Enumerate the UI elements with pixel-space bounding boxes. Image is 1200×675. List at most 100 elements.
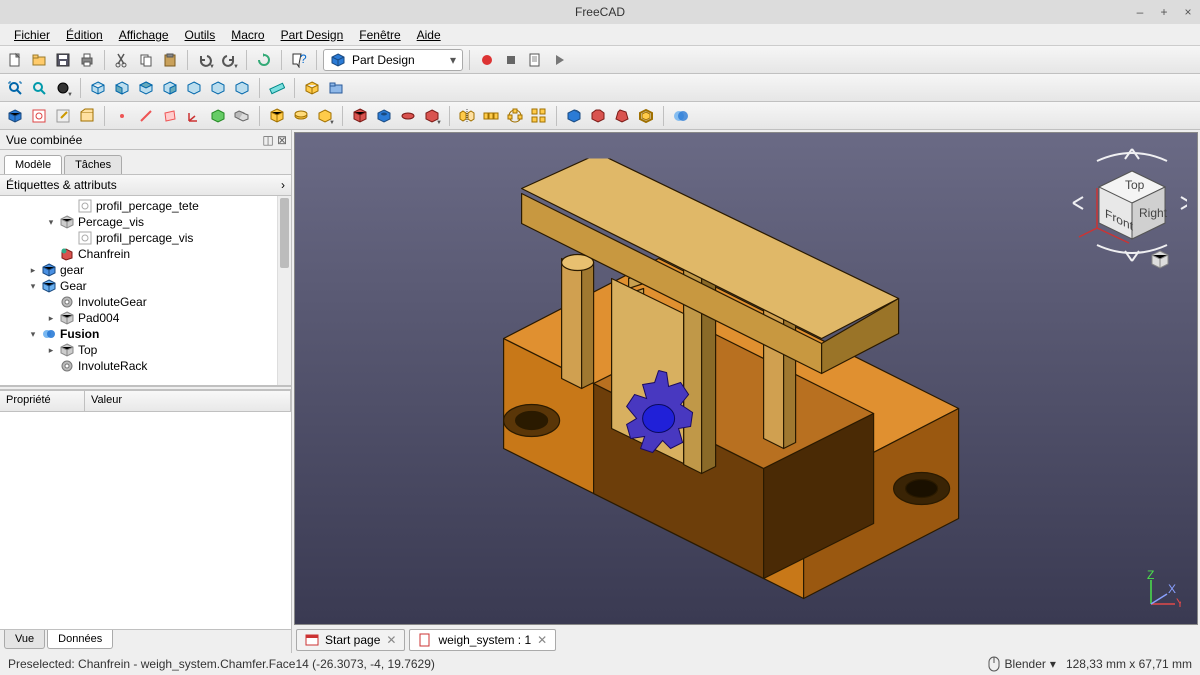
tree-item-gear[interactable]: ▾Gear: [0, 278, 291, 294]
tree-item-pad004[interactable]: ▸Pad004: [0, 310, 291, 326]
nav-cube[interactable]: Top Front Right: [1067, 143, 1187, 263]
pd-datum-point-button[interactable]: [111, 105, 133, 127]
tab-tasks[interactable]: Tâches: [64, 155, 122, 174]
pd-sub-loft-button[interactable]: ▼: [421, 105, 443, 127]
model-tree[interactable]: profil_percage_tete▾Percage_visprofil_pe…: [0, 196, 291, 386]
menu-macro[interactable]: Macro: [223, 26, 272, 44]
tree-item-involutegear[interactable]: InvoluteGear: [0, 294, 291, 310]
pd-datum-line-button[interactable]: [135, 105, 157, 127]
tree-item-profil-percage-vis[interactable]: profil_percage_vis: [0, 230, 291, 246]
view-bottom-button[interactable]: [207, 77, 229, 99]
view-front-button[interactable]: [111, 77, 133, 99]
cut-button[interactable]: [111, 49, 133, 71]
tab-model[interactable]: Modèle: [4, 155, 62, 174]
pd-chamfer-button[interactable]: [587, 105, 609, 127]
pd-thickness-button[interactable]: [635, 105, 657, 127]
panel-float-button[interactable]: ◫: [261, 133, 275, 147]
print-button[interactable]: [76, 49, 98, 71]
menu-edition[interactable]: Édition: [58, 26, 111, 44]
redo-button[interactable]: ▼: [218, 49, 240, 71]
view-left-button[interactable]: [231, 77, 253, 99]
pd-groove-button[interactable]: [397, 105, 419, 127]
toolbar-file: ▼ ▼ ? Part Design ▾: [0, 46, 1200, 74]
pd-draft-button[interactable]: [611, 105, 633, 127]
svg-text:Y: Y: [1176, 596, 1181, 610]
pd-datum-cs-button[interactable]: [183, 105, 205, 127]
menu-outils[interactable]: Outils: [177, 26, 224, 44]
pd-revolution-button[interactable]: [290, 105, 312, 127]
macro-edit-button[interactable]: [524, 49, 546, 71]
pd-new-sketch-button[interactable]: [28, 105, 50, 127]
close-button[interactable]: ×: [1176, 0, 1200, 24]
tree-item-chanfrein[interactable]: Chanfrein: [0, 246, 291, 262]
pd-clone-button[interactable]: [231, 105, 253, 127]
tab-view[interactable]: Vue: [4, 630, 45, 649]
fit-selection-button[interactable]: [28, 77, 50, 99]
tree-item-profil-percage-tete[interactable]: profil_percage_tete: [0, 198, 291, 214]
menu-affichage[interactable]: Affichage: [111, 26, 177, 44]
tree-item-gear[interactable]: ▸gear: [0, 262, 291, 278]
pd-map-sketch-button[interactable]: [76, 105, 98, 127]
tree-scrollbar[interactable]: [277, 196, 291, 385]
view-top-button[interactable]: [135, 77, 157, 99]
tab-close-icon[interactable]: ✕: [386, 633, 396, 647]
pd-polar-pattern-button[interactable]: [504, 105, 526, 127]
menu-partdesign[interactable]: Part Design: [273, 26, 352, 44]
pd-linear-pattern-button[interactable]: [480, 105, 502, 127]
workbench-selector[interactable]: Part Design ▾: [323, 49, 463, 71]
menu-fenetre[interactable]: Fenêtre: [351, 26, 408, 44]
tree-item-percage-vis[interactable]: ▾Percage_vis: [0, 214, 291, 230]
minimize-button[interactable]: –: [1128, 0, 1152, 24]
create-part-button[interactable]: [301, 77, 323, 99]
3d-viewport[interactable]: Top Front Right Z Y X: [294, 132, 1198, 625]
fit-all-button[interactable]: [4, 77, 26, 99]
maximize-button[interactable]: +: [1152, 0, 1176, 24]
measure-button[interactable]: [266, 77, 288, 99]
property-col-1[interactable]: Propriété: [0, 390, 85, 412]
pd-body-button[interactable]: [4, 105, 26, 127]
pd-hole-button[interactable]: [373, 105, 395, 127]
view-iso-button[interactable]: [87, 77, 109, 99]
pd-boolean-button[interactable]: [670, 105, 692, 127]
pd-multitransform-button[interactable]: [528, 105, 550, 127]
tree-item-involuterack[interactable]: InvoluteRack: [0, 358, 291, 374]
open-document-button[interactable]: [28, 49, 50, 71]
doc-tab-start[interactable]: Start page✕: [296, 629, 405, 651]
pd-mirror-button[interactable]: [456, 105, 478, 127]
part-design-icon: [330, 52, 346, 68]
view-right-button[interactable]: [159, 77, 181, 99]
start-icon: [305, 633, 319, 647]
menu-fichier[interactable]: Fichier: [6, 26, 58, 44]
macro-record-button[interactable]: [476, 49, 498, 71]
new-document-button[interactable]: [4, 49, 26, 71]
menu-aide[interactable]: Aide: [409, 26, 449, 44]
panel-close-button[interactable]: ⊠: [275, 133, 289, 147]
undo-button[interactable]: ▼: [194, 49, 216, 71]
statusbar: Preselected: Chanfrein - weigh_system.Ch…: [0, 653, 1200, 675]
whatsthis-button[interactable]: ?: [288, 49, 310, 71]
pd-pocket-button[interactable]: [349, 105, 371, 127]
refresh-button[interactable]: [253, 49, 275, 71]
property-col-2[interactable]: Valeur: [85, 390, 291, 412]
pd-pad-button[interactable]: [266, 105, 288, 127]
draw-style-button[interactable]: ▼: [52, 77, 74, 99]
pd-fillet-button[interactable]: [563, 105, 585, 127]
copy-button[interactable]: [135, 49, 157, 71]
pd-additive-loft-button[interactable]: ▼: [314, 105, 336, 127]
titlebar: FreeCAD – + ×: [0, 0, 1200, 24]
pd-edit-sketch-button[interactable]: [52, 105, 74, 127]
tree-item-fusion[interactable]: ▾Fusion: [0, 326, 291, 342]
nav-style-selector[interactable]: Blender ▾: [987, 655, 1056, 673]
macro-stop-button[interactable]: [500, 49, 522, 71]
tree-header[interactable]: Étiquettes & attributs›: [0, 174, 291, 196]
pd-shapebinder-button[interactable]: [207, 105, 229, 127]
view-rear-button[interactable]: [183, 77, 205, 99]
macro-play-button[interactable]: [548, 49, 570, 71]
tab-data[interactable]: Données: [47, 630, 113, 649]
create-group-button[interactable]: [325, 77, 347, 99]
nav-cube-mini[interactable]: [1149, 249, 1171, 271]
tree-item-top[interactable]: ▸Top: [0, 342, 291, 358]
paste-button[interactable]: [159, 49, 181, 71]
pd-datum-plane-button[interactable]: [159, 105, 181, 127]
save-document-button[interactable]: [52, 49, 74, 71]
